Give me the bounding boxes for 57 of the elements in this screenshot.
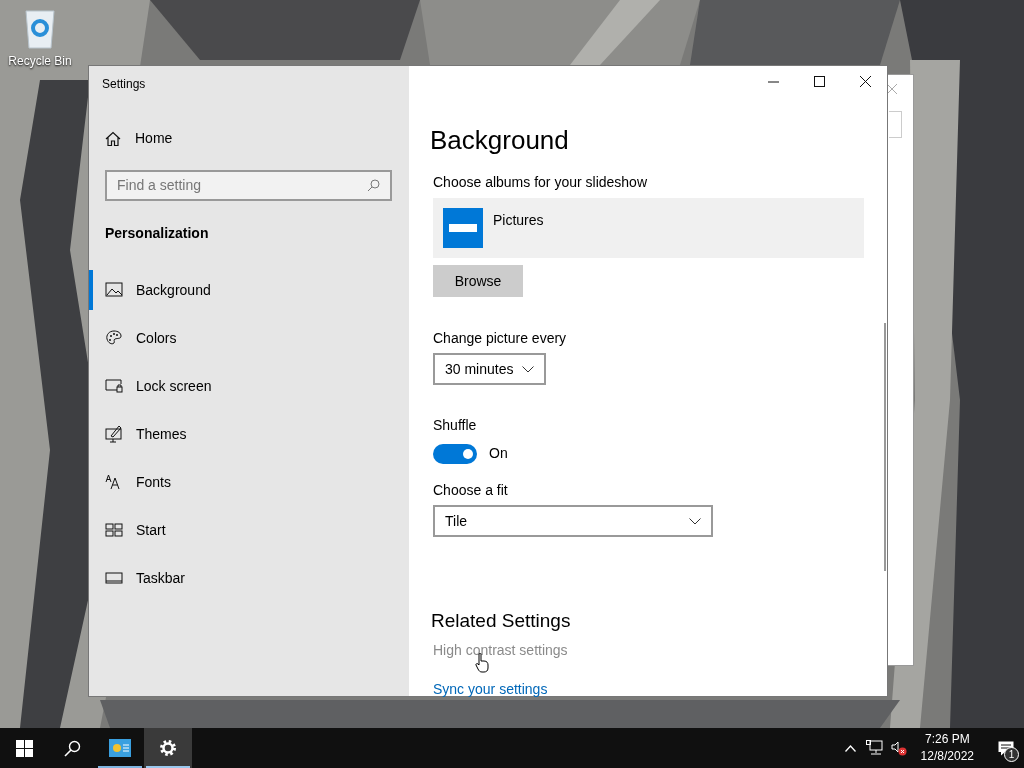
- field-label: Shuffle: [433, 416, 477, 435]
- network-icon[interactable]: [865, 740, 883, 756]
- browse-button[interactable]: Browse: [433, 265, 523, 297]
- running-indicator: [98, 766, 142, 768]
- control-panel-icon: [109, 739, 131, 757]
- chevron-up-icon[interactable]: [844, 744, 856, 752]
- interval-dropdown[interactable]: 30 minutes: [433, 353, 546, 385]
- monitor-brush-icon: [105, 425, 123, 443]
- field-label: Choose a fit: [433, 481, 508, 500]
- recycle-bin-icon[interactable]: [23, 8, 57, 50]
- nav-item[interactable]: Taskbar: [89, 558, 409, 598]
- clock-time[interactable]: 7:26 PM: [924, 731, 970, 748]
- letters-icon: [105, 473, 123, 491]
- close-icon[interactable]: [860, 76, 871, 87]
- section-heading: Related Settings: [431, 609, 571, 633]
- home-link[interactable]: Home: [135, 128, 173, 149]
- maximize-icon[interactable]: [814, 76, 825, 87]
- nav-item[interactable]: Start: [89, 510, 409, 550]
- toggle-switch[interactable]: [433, 443, 477, 464]
- scrollbar[interactable]: [884, 323, 886, 571]
- chevron-down-icon: [689, 517, 701, 525]
- field-label: Choose albums for your slideshow: [433, 173, 647, 192]
- nav-item[interactable]: Colors: [89, 318, 409, 358]
- clock-date[interactable]: 12/8/2022: [920, 748, 974, 765]
- screen-lock-icon: [105, 377, 123, 395]
- field-label: Change picture every: [433, 329, 567, 348]
- home-icon[interactable]: [105, 130, 121, 147]
- nav-item[interactable]: Background: [89, 270, 409, 310]
- running-indicator: [146, 766, 190, 768]
- album-item[interactable]: Pictures: [433, 198, 864, 258]
- album-name: Pictures: [493, 211, 544, 230]
- window-title: Settings: [102, 76, 146, 93]
- search-icon[interactable]: [63, 739, 81, 757]
- search-input[interactable]: Find a setting: [117, 175, 367, 196]
- hand-cursor-icon: [475, 653, 489, 673]
- muted-speaker-icon[interactable]: [890, 740, 907, 756]
- folder-tile-icon: [443, 208, 483, 248]
- taskbar-button[interactable]: [144, 728, 192, 768]
- link[interactable]: Sync your settings: [433, 679, 548, 700]
- section-heading: Personalization: [105, 224, 209, 243]
- nav-item[interactable]: Fonts: [89, 462, 409, 502]
- chevron-down-icon: [522, 365, 534, 373]
- toggle-label: On: [489, 444, 508, 463]
- tiles-icon: [105, 521, 123, 539]
- fit-dropdown[interactable]: Tile: [433, 505, 713, 537]
- nav-item[interactable]: Themes: [89, 414, 409, 454]
- search-field[interactable]: [889, 111, 902, 138]
- search-field[interactable]: Find a setting: [105, 170, 392, 201]
- link[interactable]: High contrast settings: [433, 640, 568, 661]
- nav-item[interactable]: Lock screen: [89, 366, 409, 406]
- gear-icon: [158, 738, 178, 758]
- landscape-picture-icon: [105, 281, 123, 299]
- windows-start-icon[interactable]: [15, 739, 33, 757]
- notification-badge: 1: [1004, 747, 1019, 762]
- palette-icon: [105, 329, 123, 347]
- taskbar-icon: [105, 569, 123, 587]
- page-heading: Background: [430, 124, 569, 157]
